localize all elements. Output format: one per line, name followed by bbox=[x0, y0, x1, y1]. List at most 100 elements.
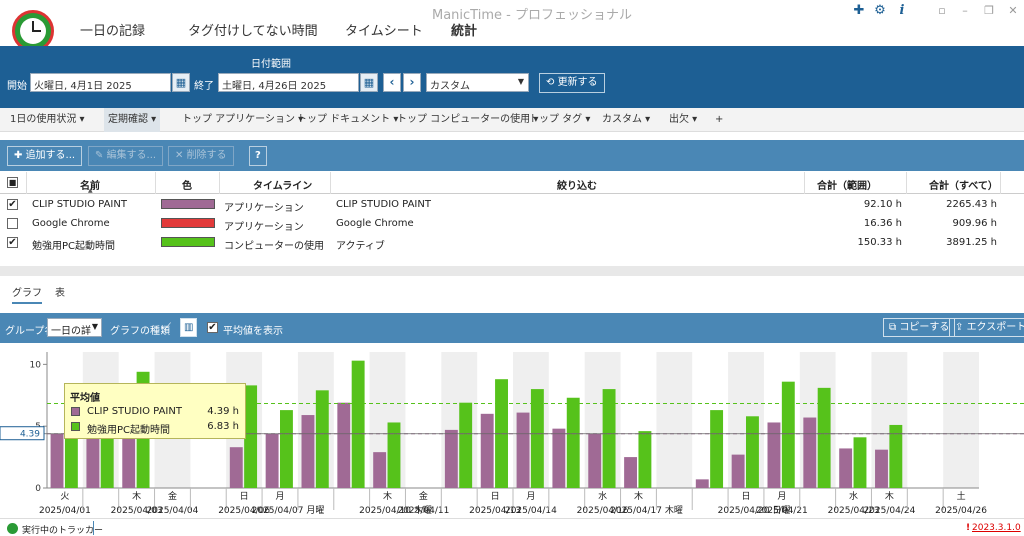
bar bbox=[373, 452, 387, 488]
start-calendar-icon[interactable]: ▦ bbox=[172, 73, 190, 92]
col-timeline[interactable]: タイムライン bbox=[253, 177, 312, 192]
report-tab-bar: 1日の使用状況 ▾ 定期確認 ▾ トップ アプリケーション ▾ トップ ドキュメ… bbox=[0, 108, 1024, 132]
bar bbox=[50, 433, 64, 488]
title-bar: ManicTime - プロフェッショナル 一日の記録 タグ付けしてない時間 タ… bbox=[0, 0, 1024, 52]
tracker-status-icon bbox=[7, 523, 18, 534]
tab-periodic[interactable]: 定期確認 ▾ bbox=[104, 108, 161, 132]
row-color-swatch[interactable] bbox=[161, 199, 215, 209]
copy-button[interactable]: ⧉ コピーする bbox=[883, 318, 956, 337]
y-tick-label: 10 bbox=[30, 360, 42, 370]
minimize-icon[interactable]: – bbox=[958, 4, 972, 17]
gear-icon[interactable]: ⚙ bbox=[873, 4, 887, 18]
x-weekday-label: 金 bbox=[168, 490, 177, 502]
tab-top-computer-usage[interactable]: トップ コンピューターの使用 ▾ bbox=[393, 108, 542, 132]
bar bbox=[229, 447, 243, 488]
x-weekday-label: 土 bbox=[957, 490, 966, 502]
x-weekday-label: 日 bbox=[741, 491, 750, 502]
legend-item-name: CLIP STUDIO PAINT bbox=[87, 406, 182, 417]
x-weekday-label: 月 bbox=[275, 491, 284, 502]
bar bbox=[351, 360, 365, 488]
tab-table[interactable]: 表 bbox=[55, 284, 65, 299]
bar bbox=[122, 432, 136, 488]
bar bbox=[480, 413, 494, 488]
tab-graph[interactable]: グラフ bbox=[12, 284, 42, 304]
delete-icon: ✕ bbox=[175, 150, 187, 161]
edit-button[interactable]: ✎ 編集する... bbox=[88, 146, 164, 166]
splitter[interactable] bbox=[0, 266, 1024, 276]
delete-button[interactable]: ✕ 削除する bbox=[168, 146, 234, 166]
bar bbox=[516, 412, 530, 488]
bar bbox=[638, 431, 652, 488]
table-row[interactable]: ✔ 勉強用PC起動時間 コンピューターの使用 アクティブ 150.33 h 38… bbox=[0, 233, 1024, 252]
line-chart-icon[interactable]: ⟋ bbox=[160, 318, 175, 337]
refresh-icon: ⟲ bbox=[546, 77, 558, 88]
refresh-button[interactable]: ⟲ 更新する bbox=[539, 73, 605, 93]
tab-attendance[interactable]: 出欠 ▾ bbox=[665, 108, 701, 132]
row-total-all: 909.96 h bbox=[952, 218, 997, 229]
bar bbox=[624, 457, 638, 488]
col-color[interactable]: 色 bbox=[182, 177, 192, 192]
tracker-status[interactable]: 実行中のトラッカー bbox=[22, 523, 103, 536]
help-button[interactable]: ? bbox=[249, 146, 267, 166]
show-average-checkbox[interactable]: ✔ bbox=[207, 322, 218, 333]
tab-custom[interactable]: カスタム ▾ bbox=[598, 108, 654, 132]
nav-tab-statistics[interactable]: 統計 bbox=[451, 20, 477, 39]
prev-range-icon[interactable]: ‹ bbox=[383, 73, 401, 92]
warning-icon: ! bbox=[966, 523, 971, 533]
nav-tab-daily-log[interactable]: 一日の記録 bbox=[80, 20, 145, 39]
crosshair-label: 4.39 bbox=[20, 430, 40, 440]
col-total-range[interactable]: 合計（範囲） bbox=[817, 177, 877, 192]
export-icon: ⇪ bbox=[955, 322, 967, 333]
add-button[interactable]: ✚ 追加する... bbox=[7, 146, 83, 166]
range-preset-select[interactable]: カスタム ▼ bbox=[426, 73, 529, 92]
average-legend: 平均値 CLIP STUDIO PAINT 4.39 h 勉強用PC起動時間 6… bbox=[64, 383, 246, 439]
bar bbox=[781, 381, 795, 488]
version-link[interactable]: 2023.3.1.0 bbox=[972, 523, 1021, 533]
row-name: Google Chrome bbox=[32, 218, 110, 229]
start-date-input[interactable]: 火曜日, 4月1日 2025 bbox=[30, 73, 171, 92]
restore-icon[interactable]: ❐ bbox=[982, 4, 996, 17]
select-all-checkbox[interactable]: ■ bbox=[7, 177, 18, 188]
x-weekday-label: 木 bbox=[885, 490, 894, 502]
copy-icon: ⧉ bbox=[889, 322, 900, 333]
bar-chart-icon[interactable]: ▥ bbox=[180, 318, 198, 337]
next-range-icon[interactable]: › bbox=[403, 73, 421, 92]
tab-daily-usage[interactable]: 1日の使用状況 ▾ bbox=[6, 108, 89, 132]
nav-tab-untagged[interactable]: タグ付けしてない時間 bbox=[188, 20, 318, 39]
legend-swatch bbox=[71, 422, 80, 431]
row-timeline: アプリケーション bbox=[224, 222, 304, 233]
bar bbox=[337, 402, 351, 488]
row-checkbox[interactable] bbox=[7, 218, 18, 229]
x-weekday-label: 火 bbox=[60, 491, 69, 502]
group-select[interactable]: 一日の詳 ▼ bbox=[47, 318, 102, 337]
export-button[interactable]: ⇪ エクスポート bbox=[949, 318, 1024, 337]
tab-top-documents[interactable]: トップ ドキュメント ▾ bbox=[293, 108, 402, 132]
tray-icon[interactable]: ▫ bbox=[935, 4, 949, 17]
tab-top-applications[interactable]: トップ アプリケーション ▾ bbox=[178, 108, 307, 132]
bar bbox=[459, 402, 473, 488]
row-total-range: 150.33 h bbox=[857, 237, 902, 248]
add-tab-icon[interactable]: + bbox=[711, 108, 727, 132]
date-range-title: 日付範囲 bbox=[251, 59, 291, 70]
table-row[interactable]: ✔ CLIP STUDIO PAINT アプリケーション CLIP STUDIO… bbox=[0, 195, 1024, 214]
bar bbox=[280, 410, 293, 488]
end-date-input[interactable]: 土曜日, 4月26日 2025 bbox=[218, 73, 359, 92]
close-icon[interactable]: ✕ bbox=[1006, 4, 1020, 17]
table-row[interactable]: Google Chrome アプリケーション Google Chrome 16.… bbox=[0, 214, 1024, 233]
end-calendar-icon[interactable]: ▦ bbox=[360, 73, 378, 92]
row-checkbox[interactable]: ✔ bbox=[7, 237, 18, 248]
row-color-swatch[interactable] bbox=[161, 237, 215, 247]
bar bbox=[767, 422, 781, 488]
row-color-swatch[interactable] bbox=[161, 218, 215, 228]
row-checkbox[interactable]: ✔ bbox=[7, 199, 18, 210]
info-icon[interactable]: i bbox=[895, 4, 909, 18]
nav-tab-timesheet[interactable]: タイムシート bbox=[345, 20, 423, 39]
col-filter[interactable]: 絞り込む bbox=[557, 177, 597, 192]
row-filter: アクティブ bbox=[336, 241, 385, 252]
bar bbox=[695, 479, 709, 488]
tab-top-tags[interactable]: トップ タグ ▾ bbox=[525, 108, 594, 132]
status-bar: 実行中のトラッカー ! 2023.3.1.0 bbox=[0, 518, 1024, 536]
col-total-all[interactable]: 合計（すべて） bbox=[929, 177, 998, 192]
x-weekday-label: 木 bbox=[383, 490, 392, 502]
puzzle-icon[interactable]: ✚ bbox=[852, 4, 866, 18]
